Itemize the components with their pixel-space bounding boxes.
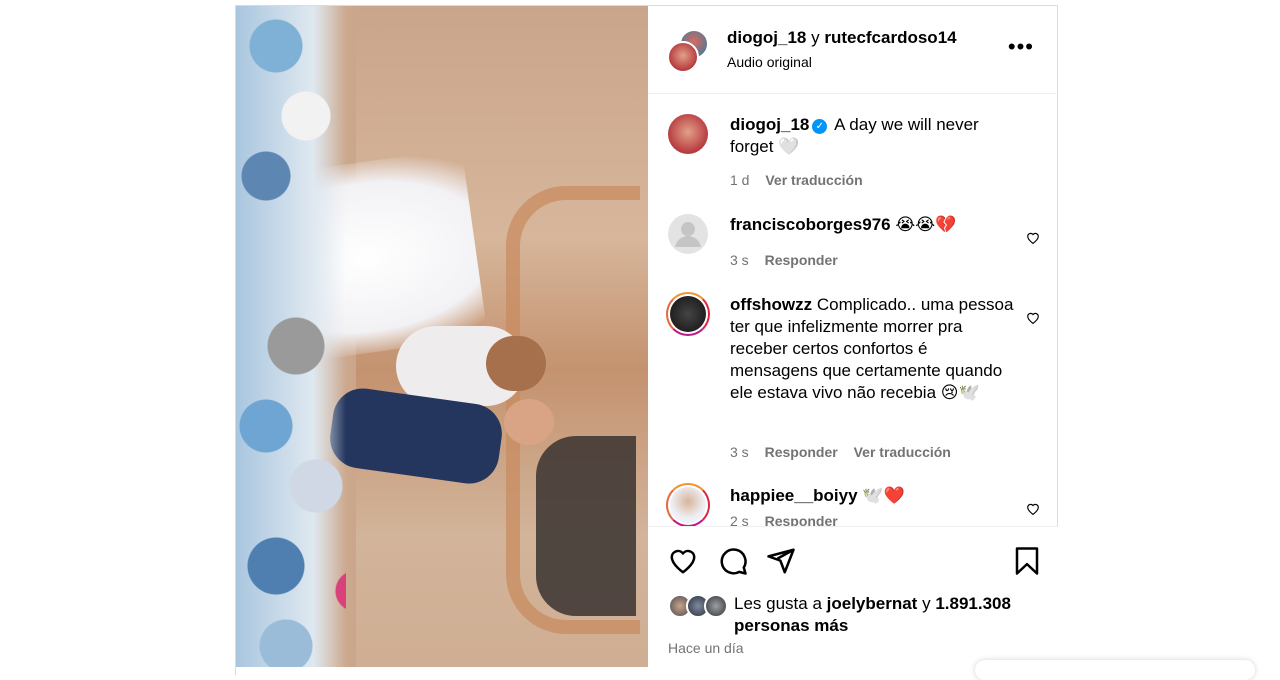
caption-text: diogoj_18 ✓ A day we will never forget 🤍 — [730, 114, 1020, 158]
default-avatar-icon — [675, 222, 701, 247]
comment-meta: 2 s Responder — [730, 513, 850, 526]
avatar-image — [670, 296, 706, 332]
liker-avatars[interactable] — [668, 594, 730, 618]
avatar[interactable] — [668, 114, 708, 154]
media-bride-hair — [486, 336, 546, 391]
reply-button[interactable]: Responder — [765, 513, 838, 526]
reply-button[interactable]: Responder — [765, 252, 838, 268]
post-timestamp[interactable]: Hace un día — [668, 640, 744, 656]
comment-body: 🕊️❤️ — [862, 486, 905, 505]
avatar-image — [670, 487, 706, 523]
avatar[interactable] — [666, 292, 710, 336]
post-media[interactable] — [236, 6, 648, 667]
connector-text: y — [922, 594, 931, 613]
likes-text: Les gusta a joelybernat y 1.891.308 pers… — [734, 593, 1044, 637]
collab-avatars[interactable] — [667, 29, 711, 73]
username-link[interactable]: joelybernat — [827, 594, 918, 613]
avatar[interactable] — [668, 214, 708, 254]
heart-icon[interactable] — [1026, 502, 1040, 515]
comment-meta: 3 s Responder — [730, 252, 850, 268]
comment-meta: 3 s Responder Ver traducción — [730, 444, 963, 460]
audio-link[interactable]: Audio original — [727, 54, 812, 70]
connector-text: y — [811, 28, 820, 47]
username-link[interactable]: diogoj_18 — [730, 115, 809, 134]
comment-icon[interactable] — [718, 546, 748, 576]
comments-list[interactable]: diogoj_18 ✓ A day we will never forget 🤍 … — [648, 94, 1058, 526]
comment-body: 😭😭💔 — [895, 215, 957, 234]
heart-icon[interactable] — [668, 546, 698, 576]
avatar[interactable] — [667, 41, 699, 73]
username-link[interactable]: happiee__boiyy — [730, 486, 858, 505]
media-flowers — [236, 6, 346, 667]
avatar — [704, 594, 728, 618]
username-link[interactable]: rutecfcardoso14 — [824, 28, 956, 47]
timestamp[interactable]: 3 s — [730, 252, 749, 268]
collab-usernames: diogoj_18 y rutecfcardoso14 — [727, 28, 957, 48]
comment-text: offshowzz Complicado.. uma pessoa ter qu… — [730, 294, 1020, 404]
reply-button[interactable]: Responder — [765, 444, 838, 460]
floating-panel-edge — [975, 660, 1255, 680]
likes-suffix: personas más — [734, 616, 849, 635]
username-link[interactable]: franciscoborges976 — [730, 215, 891, 234]
heart-icon[interactable] — [1026, 231, 1040, 244]
timestamp[interactable]: 1 d — [730, 172, 749, 188]
comment-text: franciscoborges976 😭😭💔 — [730, 214, 1020, 236]
likes-count: 1.891.308 — [935, 594, 1011, 613]
media-doorway — [536, 436, 636, 616]
media-groom-head — [504, 399, 554, 445]
share-icon[interactable] — [766, 546, 796, 576]
avatar[interactable] — [666, 483, 710, 526]
username-link[interactable]: offshowzz — [730, 295, 812, 314]
heart-icon[interactable] — [1026, 311, 1040, 324]
translate-link[interactable]: Ver traducción — [854, 444, 951, 460]
timestamp[interactable]: 2 s — [730, 513, 749, 526]
translate-link[interactable]: Ver traducción — [765, 172, 862, 188]
more-icon[interactable]: ••• — [1008, 34, 1034, 60]
post-side-panel: diogoj_18 y rutecfcardoso14 Audio origin… — [648, 6, 1058, 668]
timestamp[interactable]: 3 s — [730, 444, 749, 460]
post-header: diogoj_18 y rutecfcardoso14 Audio origin… — [648, 6, 1058, 94]
verified-icon: ✓ — [812, 119, 828, 134]
comment-text: happiee__boiyy 🕊️❤️ — [730, 485, 1020, 507]
username-link[interactable]: diogoj_18 — [727, 28, 806, 47]
caption-meta: 1 d Ver traducción — [730, 172, 875, 188]
likes-prefix: Les gusta a — [734, 594, 822, 613]
post-card: diogoj_18 y rutecfcardoso14 Audio origin… — [235, 5, 1058, 675]
bookmark-icon[interactable] — [1012, 546, 1042, 576]
